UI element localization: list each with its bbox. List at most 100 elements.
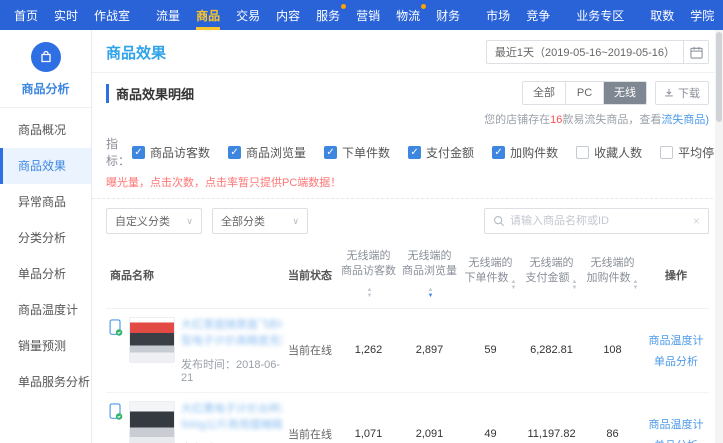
single-analysis-link[interactable]: 单品分析 (654, 437, 698, 443)
payment-value: 11,197.82 (521, 428, 582, 440)
checkbox-label: 下单件数 (342, 144, 390, 161)
sidebar-item-category[interactable]: 分类分析 (0, 220, 91, 256)
nav-finance[interactable]: 财务 (428, 0, 468, 30)
sidebar-item-abnormal[interactable]: 异常商品 (0, 184, 91, 220)
nav-products[interactable]: 商品 (188, 0, 228, 30)
sidebar-item-forecast[interactable]: 销量预测 (0, 328, 91, 364)
section-bar: 商品效果明细 全部 PC 无线 下载 (92, 73, 723, 109)
checkbox-label: 收藏人数 (594, 144, 642, 161)
nav-marketing[interactable]: 营销 (348, 0, 388, 30)
notice-middle: 款易流失商品，查看 (562, 114, 661, 126)
nav-logistics[interactable]: 物流 (388, 0, 428, 30)
download-label: 下载 (678, 85, 700, 101)
views-value: 2,091 (399, 428, 460, 440)
pc-only-warning: 曝光量，点击次数，点击率暂只提供PC端数据！ (92, 169, 723, 199)
scrollbar-thumb[interactable] (716, 32, 722, 122)
checkbox-visitors[interactable]: ✓商品访客数 (132, 144, 210, 161)
product-image[interactable] (129, 401, 175, 443)
col-header-views[interactable]: 无线端的商品浏览量▲▼ (399, 249, 460, 302)
product-name-link[interactable]: 500g公斤商用摆摊精品克分 (181, 417, 282, 434)
metric-prefix: 无线端的 (530, 257, 574, 269)
status-label: 当前在线 (282, 342, 338, 358)
col-header-visitors[interactable]: 无线端的商品访客数▲▼ (338, 249, 399, 302)
calendar-icon[interactable] (683, 40, 709, 64)
sort-icon: ▲▼ (367, 290, 373, 302)
nav-home[interactable]: 首页 (6, 0, 46, 30)
checkbox-orders[interactable]: ✓下单件数 (324, 144, 390, 161)
select-value: 自定义分类 (115, 213, 170, 229)
single-analysis-link[interactable]: 单品分析 (654, 353, 698, 369)
metric-label: 支付金额 (526, 272, 570, 284)
nav-trade[interactable]: 交易 (228, 0, 268, 30)
orders-value: 49 (460, 428, 521, 440)
select-value: 全部分类 (221, 213, 265, 229)
product-search: × (484, 208, 709, 234)
nav-business-zone[interactable]: 业务专区 (568, 0, 632, 30)
checkbox-label: 加购件数 (510, 144, 558, 161)
sidebar-item-overview[interactable]: 商品概况 (0, 112, 91, 148)
sidebar-menu: 商品概况 商品效果 异常商品 分类分析 单品分析 商品温度计 销量预测 单品服务… (0, 108, 91, 400)
checkbox-icon: ✓ (408, 146, 421, 159)
product-table: 商品名称 当前状态 无线端的商品访客数▲▼ 无线端的商品浏览量▲▼ 无线端的下单… (92, 243, 723, 443)
notification-dot (341, 4, 346, 9)
checkbox-label: 商品访客数 (150, 144, 210, 161)
top-nav: 首页 实时 作战室 流量 商品 交易 内容 服务 营销 物流 财务 市场 竞争 … (0, 0, 723, 30)
clear-icon[interactable]: × (693, 214, 700, 228)
views-value: 2,897 (399, 344, 460, 356)
product-name-link[interactable]: 型电子计价高精度克数蓝牙款 (181, 333, 282, 350)
checkbox-cart[interactable]: ✓ 加购件数 (492, 144, 558, 161)
nav-traffic[interactable]: 流量 (148, 0, 188, 30)
product-analysis-icon (31, 42, 61, 72)
date-range-control: 最近1天（2019-05-16~2019-05-16） (486, 40, 709, 64)
sort-icon-active: ▲▼ (428, 290, 434, 302)
all-category-select[interactable]: 全部分类∨ (212, 208, 308, 234)
terminal-tab-group: 全部 PC 无线 (522, 81, 647, 105)
checkbox-favorites[interactable]: 收藏人数 (576, 144, 642, 161)
nav-service[interactable]: 服务 (308, 0, 348, 30)
chevron-down-icon: ∨ (186, 216, 193, 227)
cart-value: 86 (582, 428, 643, 440)
product-name-link[interactable]: 大红票面随票面飞秒0.01精准小 (181, 317, 282, 334)
sidebar-item-single[interactable]: 单品分析 (0, 256, 91, 292)
product-image[interactable] (129, 317, 175, 363)
publish-date: 发布时间：2018-06-21 (181, 356, 282, 384)
nav-warroom[interactable]: 作战室 (86, 0, 138, 30)
vertical-scrollbar[interactable] (715, 30, 723, 443)
checkbox-icon (660, 146, 673, 159)
custom-category-select[interactable]: 自定义分类 ∨ (106, 208, 202, 234)
tab-all[interactable]: 全部 (523, 82, 566, 104)
col-header-ops: 操作 (643, 267, 709, 283)
col-header-payment[interactable]: 无线端的支付金额▲▼ (521, 256, 582, 294)
sidebar-header: 商品分析 (0, 30, 91, 108)
date-range-selector[interactable]: 最近1天（2019-05-16~2019-05-16） (486, 40, 683, 64)
checkbox-payment[interactable]: ✓ 支付金额 (408, 144, 474, 161)
checkbox-label: 支付金额 (426, 144, 474, 161)
notification-dot (421, 4, 426, 9)
page-title: 商品效果 (106, 42, 166, 63)
sidebar-item-effect[interactable]: 商品效果 (0, 148, 91, 184)
search-input[interactable] (510, 215, 693, 227)
checkbox-views[interactable]: ✓商品浏览量 (228, 144, 306, 161)
col-header-cart[interactable]: 无线端的加购件数▲▼ (582, 256, 643, 294)
nav-academy[interactable]: 学院 (682, 0, 722, 30)
tab-wireless[interactable]: 无线 (604, 82, 646, 104)
sidebar-item-thermometer[interactable]: 商品温度计 (0, 292, 91, 328)
thermometer-link[interactable]: 商品温度计 (649, 416, 704, 432)
nav-data-fetch[interactable]: 取数 (642, 0, 682, 30)
nav-realtime[interactable]: 实时 (46, 0, 86, 30)
nav-content[interactable]: 内容 (268, 0, 308, 30)
col-header-orders[interactable]: 无线端的下单件数▲▼ (460, 256, 521, 294)
metric-label: 商品访客数 (341, 265, 396, 277)
checkbox-avg-stay[interactable]: 平均停留时长 (660, 144, 723, 161)
loss-products-link[interactable]: 流失商品) (661, 114, 709, 126)
nav-competition[interactable]: 竞争 (518, 0, 558, 30)
sidebar-item-service-analysis[interactable]: 单品服务分析 (0, 364, 91, 400)
metric-label: 商品浏览量 (402, 265, 457, 277)
thermometer-link[interactable]: 商品温度计 (649, 332, 704, 348)
tab-pc[interactable]: PC (566, 82, 604, 104)
nav-market[interactable]: 市场 (478, 0, 518, 30)
checkbox-icon: ✓ (492, 146, 505, 159)
product-name-link[interactable]: 大红鹰电子计价台秤高精准标准 (181, 401, 282, 418)
page-header: 商品效果 最近1天（2019-05-16~2019-05-16） (92, 30, 723, 73)
download-button[interactable]: 下载 (655, 81, 709, 105)
